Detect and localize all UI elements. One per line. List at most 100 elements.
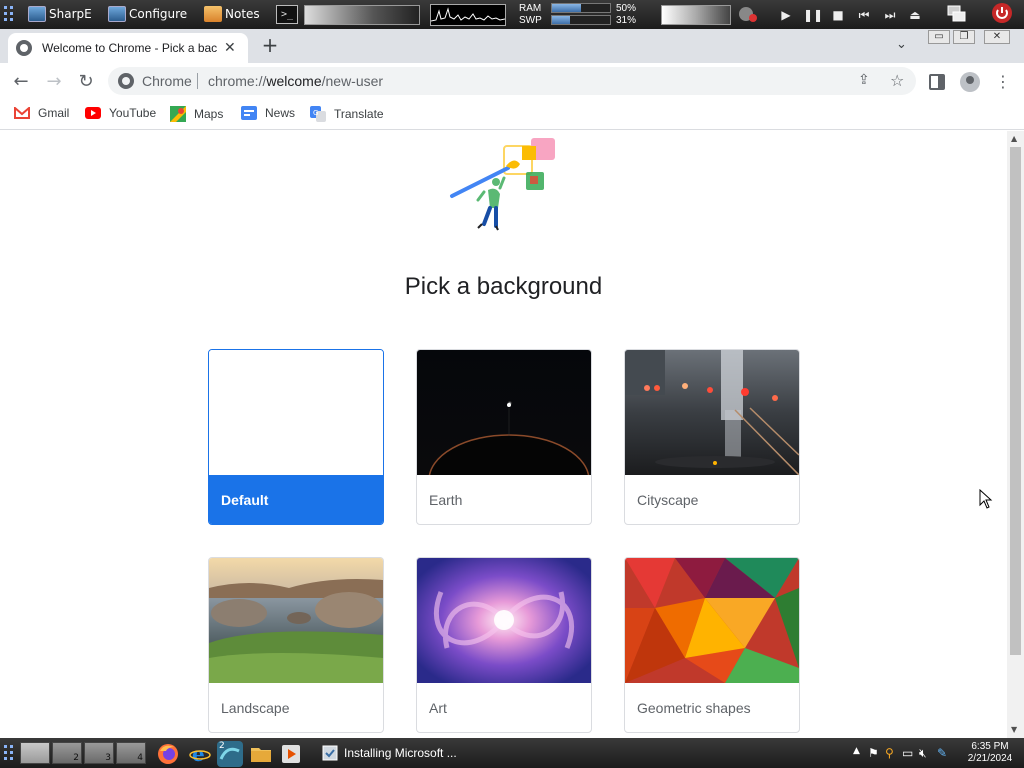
pen-icon[interactable]: ✎ xyxy=(937,746,947,760)
start-menu-icon[interactable] xyxy=(3,743,15,763)
launcher-sharpe[interactable]: SharpE xyxy=(28,4,92,24)
installer-icon xyxy=(322,745,338,761)
scroll-up-icon[interactable]: ▲ xyxy=(1011,134,1017,143)
bookmark-label: News xyxy=(265,106,296,120)
cpu-graph xyxy=(430,4,506,26)
more-menu-icon[interactable]: ⋮ xyxy=(994,73,1012,91)
geometric-thumbnail xyxy=(625,558,799,683)
card-label: Earth xyxy=(429,492,463,508)
art-thumbnail xyxy=(417,558,591,683)
play-icon[interactable]: ▶ xyxy=(777,6,795,24)
flag-icon[interactable]: ⚑ xyxy=(868,746,879,760)
bookmark-youtube[interactable]: YouTube xyxy=(85,106,156,120)
tab-welcome[interactable]: Welcome to Chrome - Pick a bac ✕ xyxy=(8,33,248,63)
swp-percent: 31% xyxy=(616,15,637,26)
url-host: welcome xyxy=(266,73,322,89)
clock-time: 6:35 PM xyxy=(971,741,1009,752)
scroll-down-icon[interactable]: ▼ xyxy=(1011,725,1017,734)
page-content: Pick a background Default Earth Cityscap… xyxy=(0,131,1007,738)
restore-button[interactable]: ❐ xyxy=(953,30,975,44)
previous-icon[interactable]: ⏮ xyxy=(855,6,873,24)
news-icon xyxy=(241,106,257,120)
launcher-configure[interactable]: Configure xyxy=(108,4,187,24)
tray-expand-icon[interactable]: ▲ xyxy=(853,746,860,756)
tab-search-chevron-icon[interactable]: ⌄ xyxy=(896,37,907,52)
new-tab-button[interactable]: + xyxy=(260,35,280,55)
vertical-scrollbar[interactable]: ▲ ▼ xyxy=(1007,131,1024,738)
swp-bar xyxy=(551,15,611,25)
taskbar: 1 2 3 4 e 2 Installing Microsoft ... ▲ ⚑… xyxy=(0,738,1024,768)
app-menu-icon[interactable] xyxy=(3,4,15,24)
notes-icon xyxy=(204,6,222,22)
file-manager-icon[interactable] xyxy=(250,743,272,765)
top-panel: SharpE Configure Notes >_ RAM SWP 50% 31… xyxy=(0,0,1024,29)
bookmark-translate[interactable]: G Translate xyxy=(310,106,384,122)
next-icon[interactable]: ⏭ xyxy=(881,6,899,24)
clock[interactable]: 6:35 PM 2/21/2024 xyxy=(958,741,1022,765)
power-icon[interactable] xyxy=(991,3,1013,23)
workspace-3[interactable]: 3 xyxy=(84,742,114,764)
bookmark-star-icon[interactable]: ☆ xyxy=(890,71,904,90)
workspace-4[interactable]: 4 xyxy=(116,742,146,764)
translate-icon: G xyxy=(310,106,326,122)
volume-meter[interactable] xyxy=(661,5,731,25)
firefox-icon[interactable] xyxy=(157,743,179,765)
url-text[interactable]: chrome://welcome/new-user xyxy=(208,73,383,89)
bookmark-label: Maps xyxy=(194,107,224,121)
bookmark-gmail[interactable]: Gmail xyxy=(14,106,69,120)
workspace-2[interactable]: 2 xyxy=(52,742,82,764)
background-card-default[interactable]: Default xyxy=(208,349,384,525)
launcher-notes[interactable]: Notes xyxy=(204,4,260,24)
bookmark-label: Translate xyxy=(334,107,384,121)
pause-icon[interactable]: ❚❚ xyxy=(803,6,823,24)
clock-date: 2/21/2024 xyxy=(967,753,1013,764)
tab-title: Welcome to Chrome - Pick a bac xyxy=(42,41,218,55)
taskbar-window-installing[interactable]: Installing Microsoft ... xyxy=(322,743,457,763)
landscape-thumbnail xyxy=(209,558,383,683)
terminal-icon[interactable]: >_ xyxy=(276,5,298,24)
side-panel-icon[interactable] xyxy=(929,74,945,90)
maps-icon xyxy=(170,106,186,122)
svg-text:e: e xyxy=(192,743,205,765)
forward-arrow-icon[interactable]: → xyxy=(43,71,65,93)
monitor-icon xyxy=(28,6,46,22)
profile-avatar-icon[interactable] xyxy=(960,72,980,92)
ram-label: RAM xyxy=(519,3,542,14)
bookmarks-bar: Gmail YouTube Maps News G Translate xyxy=(0,100,1024,130)
tab-close-icon[interactable]: ✕ xyxy=(224,40,236,56)
background-card-art[interactable]: Art xyxy=(416,557,592,733)
minimize-button[interactable]: ▭ xyxy=(928,30,950,44)
back-arrow-icon[interactable]: ← xyxy=(10,71,32,93)
card-label: Landscape xyxy=(221,700,290,716)
background-card-geometric-shapes[interactable]: Geometric shapes xyxy=(624,557,800,733)
chrome-taskbar-button[interactable]: 2 xyxy=(217,741,243,767)
omnibox-separator xyxy=(197,73,198,89)
close-window-button[interactable]: ✕ xyxy=(984,30,1010,44)
network-icon[interactable]: ▭ xyxy=(902,746,913,760)
eject-icon[interactable]: ⏏ xyxy=(906,6,924,24)
media-player-icon[interactable] xyxy=(280,743,302,765)
windows-icon[interactable] xyxy=(947,4,967,24)
internet-explorer-icon[interactable]: e xyxy=(189,743,211,765)
background-card-earth[interactable]: Earth xyxy=(416,349,592,525)
card-label: Default xyxy=(209,475,383,524)
search-icon[interactable]: ⚲ xyxy=(885,746,894,760)
share-icon[interactable]: ⇪ xyxy=(858,72,870,88)
workspace-number: 4 xyxy=(137,753,143,763)
bookmark-maps[interactable]: Maps xyxy=(170,106,223,122)
volume-muted-icon[interactable]: 🔇︎ xyxy=(919,746,927,761)
omnibox-chip: Chrome xyxy=(142,73,192,89)
page-title: Pick a background xyxy=(404,273,603,300)
youtube-icon xyxy=(85,107,101,119)
scrollbar-thumb[interactable] xyxy=(1010,147,1021,655)
address-bar[interactable]: Chrome chrome://welcome/new-user ⇪ ☆ xyxy=(108,67,916,95)
reload-icon[interactable]: ↻ xyxy=(75,71,97,93)
network-status-icon[interactable] xyxy=(738,4,758,24)
url-path: /new-user xyxy=(321,73,384,89)
ram-percent: 50% xyxy=(616,3,637,14)
workspace-1[interactable]: 1 xyxy=(20,742,50,764)
bookmark-news[interactable]: News xyxy=(241,106,295,120)
background-card-cityscape[interactable]: Cityscape xyxy=(624,349,800,525)
background-card-landscape[interactable]: Landscape xyxy=(208,557,384,733)
stop-icon[interactable]: ■ xyxy=(829,6,847,24)
